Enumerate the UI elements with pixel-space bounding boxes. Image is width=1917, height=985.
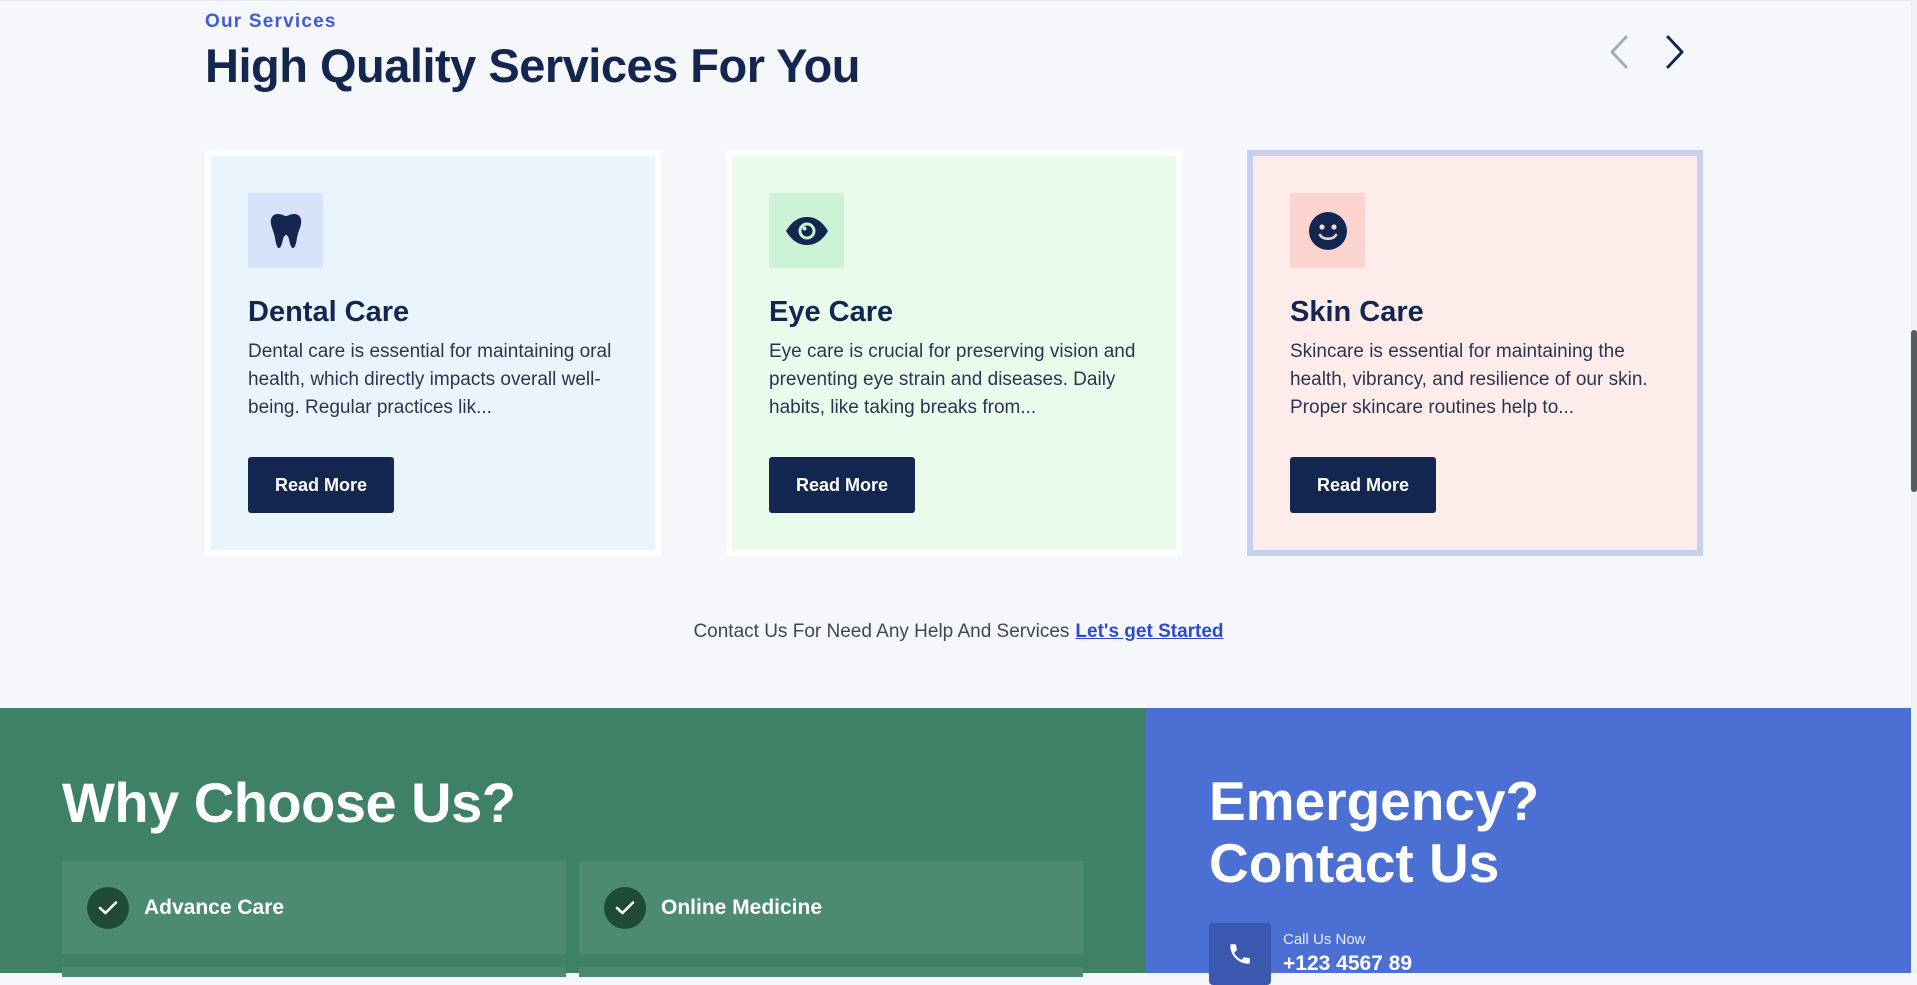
top-divider [0,0,1917,5]
service-card-dental: Dental Care Dental care is essential for… [205,150,661,556]
phone-icon [1230,944,1250,964]
feature-item-partial [579,967,1083,977]
carousel-prev-button[interactable] [1599,32,1639,72]
feature-item-partial [62,967,566,977]
feature-label: Online Medicine [661,895,823,919]
section-eyebrow: Our Services [205,11,337,32]
phone-icon-box [1209,923,1271,985]
service-icon-box [248,193,323,268]
eye-icon [785,216,828,245]
service-card-text: Eye care is crucial for preserving visio… [769,341,1136,418]
read-more-button[interactable]: Read More [1290,457,1436,513]
why-choose-us-panel: Why Choose Us? Advance Care Online Medic… [0,708,1146,977]
emergency-panel: Emergency? Contact Us Call Us Now +123 4… [1146,708,1911,985]
smile-icon [1308,211,1347,250]
service-icon-box [769,193,844,268]
read-more-button[interactable]: Read More [769,457,915,513]
check-icon [87,886,129,929]
service-card-text: Dental care is essential for maintaining… [248,341,612,418]
section-title: High Quality Services For You [205,39,861,92]
service-card-title: Skin Care [1290,296,1424,328]
help-line: Contact Us For Need Any Help And Service… [0,621,1917,643]
check-icon [604,886,646,929]
why-title: Why Choose Us? [62,771,516,834]
call-label: Call Us Now [1283,931,1366,948]
call-number[interactable]: +123 4567 89 [1283,952,1412,976]
help-text: Contact Us For Need Any Help And Service… [693,621,1070,642]
carousel-next-button[interactable] [1655,32,1695,72]
service-card-text: Skincare is essential for maintaining th… [1290,341,1648,418]
emergency-title: Emergency? Contact Us [1209,770,1539,894]
chevron-right-icon [1666,35,1684,69]
read-more-button[interactable]: Read More [248,457,394,513]
feature-item-advance-care: Advance Care [62,861,566,954]
feature-item-online-medicine: Online Medicine [579,861,1083,954]
emergency-title-line1: Emergency? [1209,770,1540,832]
service-card-eye: Eye Care Eye care is crucial for preserv… [726,150,1182,556]
feature-label: Advance Care [144,895,285,919]
get-started-link[interactable]: Let's get Started [1075,621,1223,642]
service-card-title: Dental Care [248,296,410,328]
service-card-skin: Skin Care Skincare is essential for main… [1247,150,1703,556]
emergency-title-line2: Contact Us [1209,832,1500,894]
service-icon-box [1290,193,1365,268]
tooth-icon [270,213,301,248]
service-card-title: Eye Care [769,296,894,328]
chevron-left-icon [1610,35,1628,69]
scrollbar-thumb[interactable] [1911,330,1917,492]
